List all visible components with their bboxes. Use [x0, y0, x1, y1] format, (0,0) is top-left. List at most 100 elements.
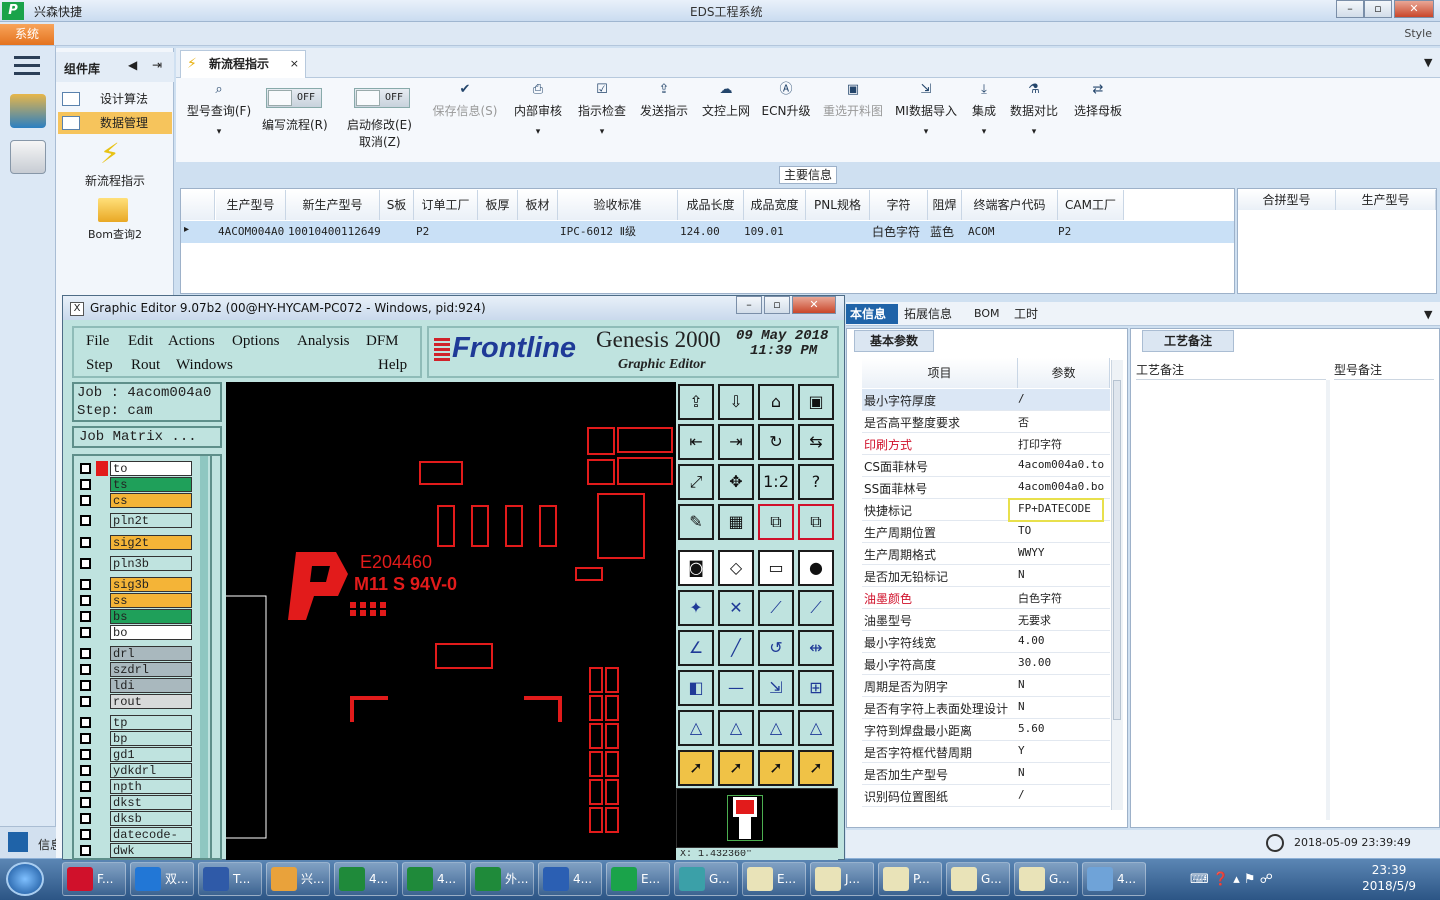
layer-checkbox[interactable] [80, 627, 91, 638]
layer-item-drl[interactable]: drl [78, 646, 192, 661]
layer-item-ss[interactable]: ss [78, 593, 192, 608]
layer-item-bs[interactable]: bs [78, 609, 192, 624]
param-value[interactable]: N [1018, 678, 1025, 691]
layer-item-szdrl[interactable]: szdrl [78, 662, 192, 677]
param-value[interactable]: 5.60 [1018, 722, 1045, 735]
layer-checkbox[interactable] [80, 733, 91, 744]
taskbar-item[interactable]: T... [198, 862, 262, 896]
move-left-icon[interactable]: ⇤ [678, 424, 714, 460]
start-button[interactable] [6, 862, 44, 896]
taskbar-item[interactable]: G... [946, 862, 1010, 896]
lightning-icon[interactable]: ⚡ [100, 138, 126, 170]
layer-checkbox[interactable] [80, 749, 91, 760]
fit-screen-icon[interactable]: ⤢ [678, 464, 714, 500]
help-icon[interactable]: ? [798, 464, 834, 500]
column-header[interactable]: 合拼型号 [1238, 190, 1336, 210]
layer-checkbox[interactable] [80, 537, 91, 548]
table-cell[interactable]: 109.01 [744, 222, 806, 242]
save-info-button[interactable]: ✔ 保存信息(S) [430, 82, 500, 148]
layer-checkbox[interactable] [80, 595, 91, 606]
column-header[interactable]: S板 [380, 190, 414, 220]
param-row[interactable]: CS面菲林号 4acom004a0.to [862, 455, 1110, 477]
param-row[interactable]: 最小字符厚度 / [862, 389, 1110, 411]
table-cell[interactable] [382, 222, 414, 242]
layer-checkbox[interactable] [80, 845, 91, 856]
param-row[interactable]: 周期是否为阴字 N [862, 675, 1110, 697]
layer-item-cs[interactable]: cs [78, 493, 192, 508]
minimize-button[interactable]: – [1336, 0, 1364, 18]
column-header[interactable]: 字符 [870, 190, 928, 220]
layer-checkbox[interactable] [80, 696, 91, 707]
menu-help[interactable]: Help [378, 357, 407, 374]
layer-checkbox[interactable] [80, 611, 91, 622]
taskbar-item[interactable]: 4... [538, 862, 602, 896]
switch-icon[interactable]: ⇆ [798, 424, 834, 460]
layer-item-bp[interactable]: bp [78, 731, 192, 746]
menu-options[interactable]: Options [232, 333, 280, 350]
layer-item-gd1[interactable]: gd1 [78, 747, 192, 762]
triangle-icon[interactable]: △ [678, 710, 714, 746]
yx-factory-icon[interactable] [10, 94, 46, 128]
home-icon[interactable]: ⌂ [758, 384, 794, 420]
menu-windows[interactable]: Windows [176, 357, 233, 374]
tab-labor-hours[interactable]: 工时 [1014, 304, 1038, 324]
column-header[interactable]: 成品宽度 [744, 190, 806, 220]
layer-item-dkst[interactable]: dkst [78, 795, 192, 810]
scale-icon[interactable]: 1:2 [758, 464, 794, 500]
scroll-thumb[interactable] [1113, 380, 1121, 720]
data-compare-button[interactable]: ⚗ 数据对比 ▾ [1008, 82, 1060, 148]
taskbar-item[interactable]: 4... [334, 862, 398, 896]
param-value[interactable]: 30.00 [1018, 656, 1051, 669]
param-row[interactable]: 生产周期格式 WWYY [862, 543, 1110, 565]
tab-process-notes[interactable]: 工艺备注 [1142, 330, 1234, 352]
taskbar-item[interactable]: 兴... [266, 862, 330, 896]
taskbar-item[interactable]: G... [1014, 862, 1078, 896]
column-header[interactable]: 阻焊 [928, 190, 962, 220]
param-row[interactable]: 生产周期位置 TO [862, 521, 1110, 543]
grid-icon[interactable]: ▦ [718, 504, 754, 540]
table-cell[interactable]: P2 [1058, 222, 1124, 242]
param-value[interactable]: 4acom004a0.bo [1018, 480, 1104, 493]
param-value[interactable]: 白色字符 [1018, 590, 1062, 606]
column-header[interactable]: 生产型号 [1336, 190, 1436, 210]
column-header[interactable]: CAM工厂 [1058, 190, 1124, 220]
rotate-icon[interactable]: ↻ [758, 424, 794, 460]
circle-icon[interactable]: ● [798, 550, 834, 586]
layer-checkbox[interactable] [80, 797, 91, 808]
system-clock[interactable]: 23:39 2018/5/9 [1362, 862, 1416, 894]
measure-icon[interactable]: ✎ [678, 504, 714, 540]
pad-icon[interactable]: ◙ [678, 550, 714, 586]
column-header[interactable]: 板材 [518, 190, 558, 220]
column-header[interactable]: PNL规格 [806, 190, 870, 220]
sidebar-item-design-algorithm[interactable]: 设计算法 [58, 88, 172, 110]
menu-edit[interactable]: Edit [128, 333, 153, 350]
column-header[interactable]: 订单工厂 [414, 190, 478, 220]
column-header[interactable]: 成品长度 [678, 190, 744, 220]
model-query-button[interactable]: ⌕ 型号查询(F) ▾ [184, 82, 254, 148]
param-row[interactable]: 印刷方式 打印字符 [862, 433, 1110, 455]
zoom-in-icon[interactable]: ✥ [718, 464, 754, 500]
layer-checkbox[interactable] [80, 648, 91, 659]
param-row[interactable]: 油墨颜色 白色字符 [862, 587, 1110, 609]
layer-red-2-icon[interactable]: ⧉ [798, 504, 834, 540]
reselect-cutting-button[interactable]: ▣ 重选开料图 [820, 82, 886, 148]
taskbar-item[interactable]: 外... [470, 862, 534, 896]
param-value[interactable]: 4acom004a0.to [1018, 458, 1104, 471]
layer-item-bo[interactable]: bo [78, 625, 192, 640]
pointer-2-icon[interactable]: ➚ [718, 750, 754, 786]
frame-icon[interactable]: ▣ [798, 384, 834, 420]
slash-icon[interactable]: ╱ [718, 630, 754, 666]
style-menu[interactable]: Style [1404, 27, 1432, 40]
notes-scrollbar[interactable] [1326, 380, 1330, 820]
hamburger-menu-icon[interactable] [14, 56, 40, 76]
line-node-2-icon[interactable]: ⟋ [798, 590, 834, 626]
param-value[interactable]: 打印字符 [1018, 436, 1062, 452]
genesis-minimize-button[interactable]: – [736, 296, 762, 314]
taskbar-item[interactable]: E... [742, 862, 806, 896]
layer-item-ts[interactable]: ts [78, 477, 192, 492]
open-job-icon[interactable]: ⇪ [678, 384, 714, 420]
table-cell[interactable]: 4ACOM004A0 [218, 222, 286, 242]
layer-item-npth[interactable]: npth [78, 779, 192, 794]
table-cell[interactable]: 白色字符 [872, 222, 928, 242]
taskbar-item[interactable]: 双... [130, 862, 194, 896]
